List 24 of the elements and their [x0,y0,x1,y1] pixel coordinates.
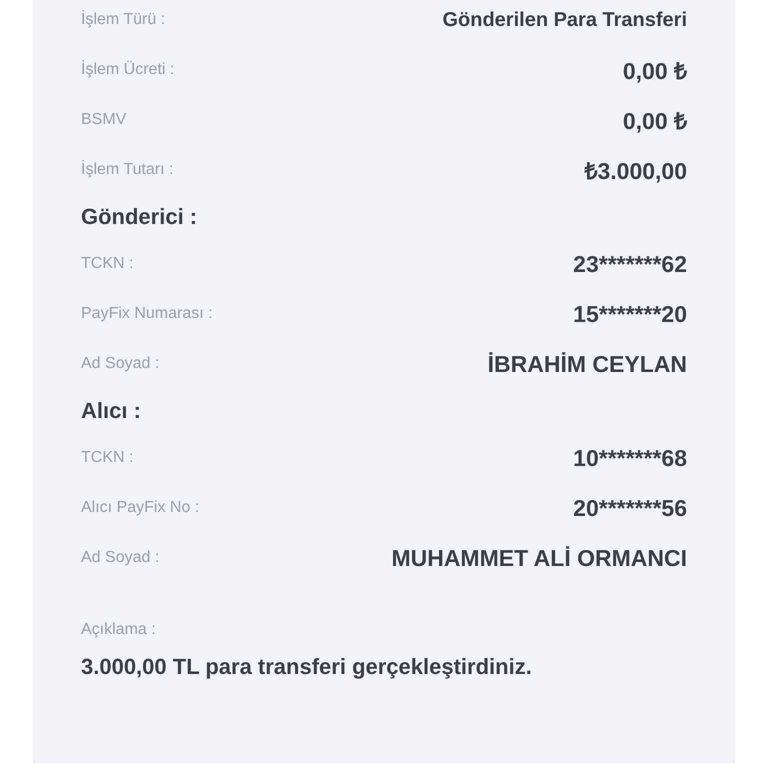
field-label: İşlem Türü : [81,11,166,29]
field-value: İBRAHİM CEYLAN [488,350,687,378]
field-label: TCKN : [81,449,134,467]
field-value: 23*******62 [573,250,687,278]
field-label: PayFix Numarası : [81,305,213,323]
field-value: MUHAMMET ALİ ORMANCI [391,544,687,572]
field-label: Ad Soyad : [81,549,160,567]
field-value: Gönderilen Para Transferi [442,8,687,32]
field-value: 15*******20 [573,300,687,328]
field-value: 20*******56 [573,494,687,522]
field-label: BSMV [81,111,126,129]
field-label: İşlem Ücreti : [81,61,174,79]
field-label: İşlem Tutarı : [81,161,174,179]
description-text: 3.000,00 TL para transferi gerçekleştirdiniz. [81,654,532,679]
section-heading: Gönderici : [81,204,198,230]
field-value: ₺3.000,00 [584,157,687,186]
field-value: 10*******68 [573,444,687,472]
field-label: Ad Soyad : [81,355,160,373]
field-value: 0,00 ₺ [622,57,687,86]
section-heading: Alıcı : [81,398,141,424]
field-label: TCKN : [81,255,134,273]
description-label: Açıklama : [81,621,156,639]
field-label: Alıcı PayFix No : [81,499,200,517]
field-value: 0,00 ₺ [622,107,687,136]
